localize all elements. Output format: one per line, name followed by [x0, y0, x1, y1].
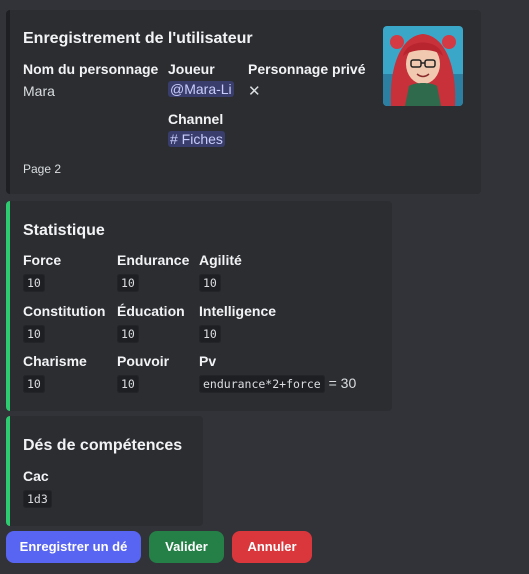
- stat-label: Constitution: [23, 303, 106, 319]
- skill-label: Cac: [23, 468, 49, 484]
- character-name-value: Mara: [23, 83, 55, 99]
- stat-label: Intelligence: [199, 303, 277, 319]
- skill-value: 1d3: [23, 490, 52, 508]
- stat-label: Pouvoir: [117, 353, 170, 369]
- stat-value-wrap: endurance*2+force = 30: [199, 375, 357, 393]
- channel-field: # Fiches: [168, 131, 225, 147]
- character-avatar-icon: [383, 26, 463, 106]
- stat-label: Endurance: [117, 252, 190, 268]
- character-name-label: Nom du personnage: [23, 61, 159, 77]
- register-dice-button[interactable]: Enregistrer un dé: [6, 531, 141, 563]
- channel-mention[interactable]: # Fiches: [168, 131, 225, 147]
- private-character-label: Personnage privé: [248, 61, 366, 77]
- stat-value: 10: [23, 375, 45, 393]
- stat-value: 10: [117, 274, 139, 292]
- player-mention[interactable]: @Mara-Li: [168, 81, 234, 97]
- stat-label: Agilité: [199, 252, 242, 268]
- player-label: Joueur: [168, 61, 215, 77]
- stat-label: Pv: [199, 353, 217, 369]
- player-field: @Mara-Li: [168, 81, 240, 97]
- stat-value-wrap: 10: [199, 325, 221, 343]
- statistics-title: Statistique: [23, 222, 105, 239]
- stat-label: Force: [23, 252, 62, 268]
- stat-value: 10: [199, 325, 221, 343]
- stat-value-wrap: 10: [117, 325, 139, 343]
- stat-value: 10: [199, 274, 221, 292]
- close-icon: ✕: [248, 83, 261, 100]
- cancel-button[interactable]: Annuler: [232, 531, 312, 563]
- stat-value-wrap: 10: [23, 325, 45, 343]
- stat-value: 10: [23, 325, 45, 343]
- registration-title: Enregistrement de l'utilisateur: [23, 30, 253, 47]
- validate-button[interactable]: Valider: [149, 531, 224, 563]
- stat-value-wrap: 10: [117, 274, 139, 292]
- stat-value: 10: [117, 325, 139, 343]
- channel-label: Channel: [168, 111, 224, 127]
- stat-label: Éducation: [117, 303, 185, 319]
- character-thumbnail[interactable]: [383, 26, 463, 106]
- skill-value-wrap: 1d3: [23, 490, 52, 508]
- stat-label: Charisme: [23, 353, 87, 369]
- stat-value-wrap: 10: [23, 375, 45, 393]
- stat-result: = 30: [328, 375, 357, 391]
- stat-value: 10: [117, 375, 139, 393]
- stat-value-wrap: 10: [199, 274, 221, 292]
- stat-value-wrap: 10: [23, 274, 45, 292]
- stat-formula: endurance*2+force: [199, 375, 325, 393]
- stat-value: 10: [23, 274, 45, 292]
- skills-title: Dés de compétences: [23, 437, 183, 454]
- stat-value-wrap: 10: [117, 375, 139, 393]
- page-footer: Page 2: [23, 162, 62, 176]
